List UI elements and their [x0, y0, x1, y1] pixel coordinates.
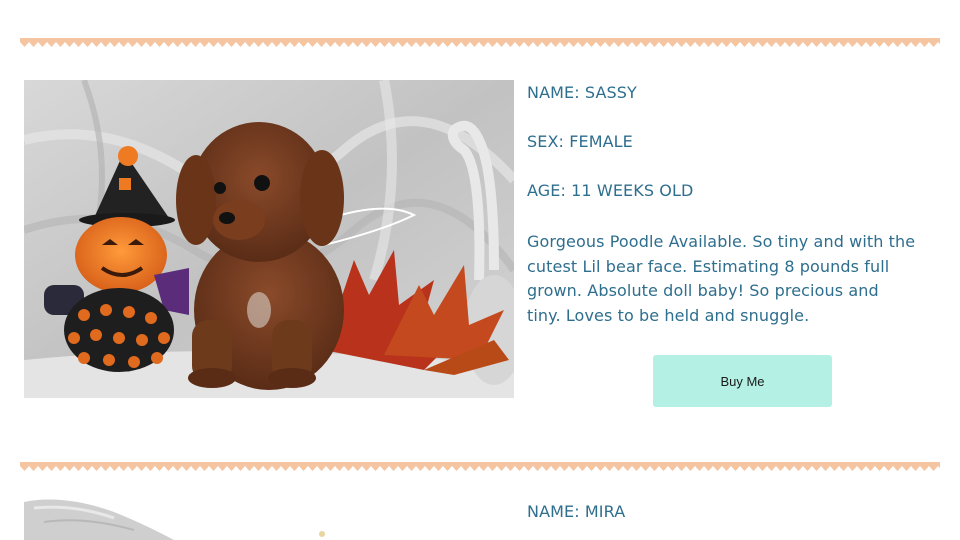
scalloped-divider — [20, 462, 940, 472]
puppy-name: NAME: MIRA — [527, 502, 626, 521]
puppy-photo — [24, 80, 514, 398]
puppy-photo — [24, 498, 514, 540]
puppy-name: NAME: SASSY — [527, 83, 637, 102]
puppy-info: NAME: MIRA — [527, 502, 917, 540]
buy-me-button[interactable]: Buy Me — [653, 355, 832, 407]
puppy-info: NAME: SASSY SEX: FEMALE AGE: 11 WEEKS OL… — [527, 83, 917, 328]
puppy-description: Gorgeous Poodle Available. So tiny and w… — [527, 232, 916, 325]
puppy-sex: SEX: FEMALE — [527, 132, 633, 151]
scalloped-divider — [20, 38, 940, 48]
puppy-age: AGE: 11 WEEKS OLD — [527, 181, 694, 200]
